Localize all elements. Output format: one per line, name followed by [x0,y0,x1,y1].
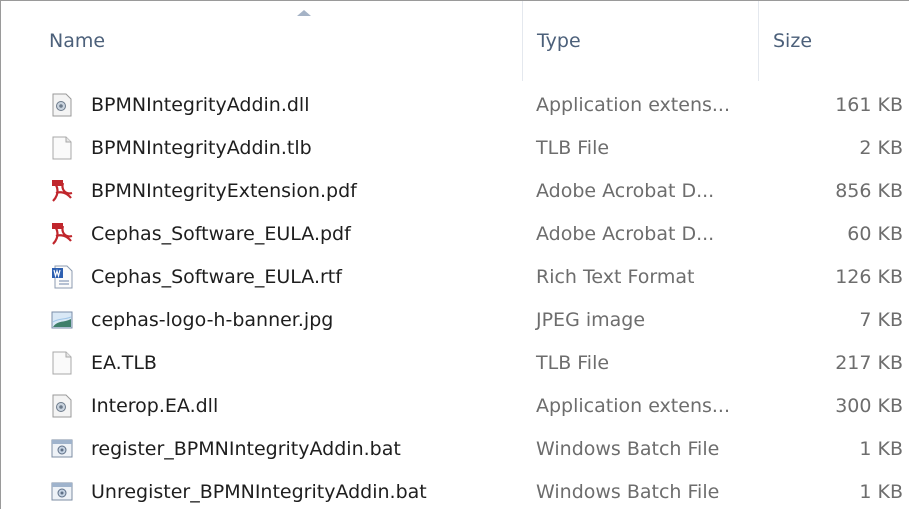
file-type: TLB File [536,137,610,159]
file-type: Adobe Acrobat D... [536,223,715,245]
file-size: 856 KB [835,180,903,202]
file-size: 60 KB [847,223,903,245]
file-row[interactable]: register_BPMNIntegrityAddin.bat Windows … [1,428,909,471]
file-row[interactable]: BPMNIntegrityAddin.tlb TLB File 2 KB [1,127,909,170]
file-row[interactable]: Cephas_Software_EULA.rtf Rich Text Forma… [1,256,909,299]
file-type: Application extens... [536,395,730,417]
file-name: cephas-logo-h-banner.jpg [91,309,334,331]
file-name: register_BPMNIntegrityAddin.bat [91,438,401,460]
file-name: Unregister_BPMNIntegrityAddin.bat [91,481,427,503]
file-name: Cephas_Software_EULA.rtf [91,266,342,288]
file-size: 1 KB [859,481,903,503]
file-type: TLB File [536,352,610,374]
file-rows: BPMNIntegrityAddin.dll Application exten… [1,84,909,514]
file-row[interactable]: Interop.EA.dll Application extens... 300… [1,385,909,428]
file-type: JPEG image [536,309,646,331]
pdf-icon [51,179,73,203]
pdf-icon [51,222,73,246]
column-header-size-label: Size [773,30,813,52]
file-type: Windows Batch File [536,481,720,503]
file-name: Cephas_Software_EULA.pdf [91,223,351,245]
file-size: 126 KB [835,266,903,288]
file-row[interactable]: EA.TLB TLB File 217 KB [1,342,909,385]
file-size: 300 KB [835,395,903,417]
dll-icon [51,93,73,117]
file-name: EA.TLB [91,352,157,374]
file-name: BPMNIntegrityAddin.tlb [91,137,312,159]
column-header-row: Name Type Size [1,1,909,81]
file-row[interactable]: BPMNIntegrityAddin.dll Application exten… [1,84,909,127]
file-type: Application extens... [536,94,730,116]
file-size: 1 KB [859,438,903,460]
column-header-name[interactable]: Name [35,1,522,81]
file-name: Interop.EA.dll [91,395,219,417]
image-icon [51,308,73,332]
column-header-type[interactable]: Type [522,1,758,81]
blank-file-icon [51,351,73,375]
file-size: 161 KB [835,94,903,116]
file-type: Windows Batch File [536,438,720,460]
batch-icon [51,480,73,504]
file-type: Adobe Acrobat D... [536,180,715,202]
file-type: Rich Text Format [536,266,695,288]
file-row[interactable]: Unregister_BPMNIntegrityAddin.bat Window… [1,471,909,514]
file-name: BPMNIntegrityAddin.dll [91,94,310,116]
column-header-type-label: Type [537,30,581,52]
file-list-view: Name Type Size BPMNIntegrityAddin.dll Ap… [0,0,909,509]
file-size: 217 KB [835,352,903,374]
file-row[interactable]: Cephas_Software_EULA.pdf Adobe Acrobat D… [1,213,909,256]
blank-file-icon [51,136,73,160]
column-header-name-label: Name [49,30,106,52]
sort-ascending-icon [297,10,311,16]
file-size: 7 KB [859,309,903,331]
rtf-icon [51,265,73,289]
file-row[interactable]: cephas-logo-h-banner.jpg JPEG image 7 KB [1,299,909,342]
file-name: BPMNIntegrityExtension.pdf [91,180,357,202]
column-header-size[interactable]: Size [758,1,909,81]
file-size: 2 KB [859,137,903,159]
batch-icon [51,437,73,461]
file-row[interactable]: BPMNIntegrityExtension.pdf Adobe Acrobat… [1,170,909,213]
dll-icon [51,394,73,418]
